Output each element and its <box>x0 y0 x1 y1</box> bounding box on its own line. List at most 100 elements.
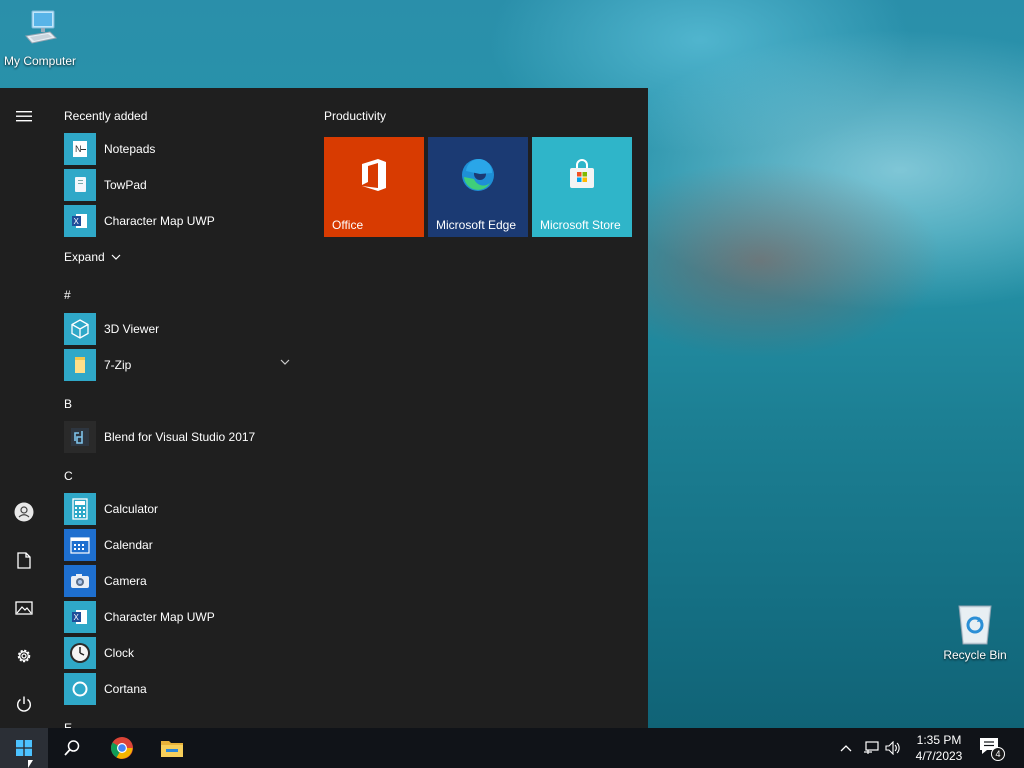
pictures-icon <box>15 601 33 615</box>
camera-icon <box>64 565 96 597</box>
notepads-icon: N <box>64 133 96 165</box>
notification-count-badge: 4 <box>991 747 1005 761</box>
app-name: 3D Viewer <box>104 322 160 336</box>
show-hidden-icons-button[interactable] <box>838 740 854 756</box>
settings-icon <box>17 649 31 663</box>
app-name: Camera <box>104 574 147 588</box>
expand-label: Expand <box>64 250 105 264</box>
hamburger-menu-button[interactable] <box>0 96 48 136</box>
svg-text:X: X <box>74 217 80 226</box>
app-item-3d-viewer[interactable]: 3D Viewer <box>64 311 300 347</box>
settings-button[interactable] <box>0 636 48 676</box>
chevron-down-icon <box>111 254 121 260</box>
search-icon <box>64 740 80 756</box>
group-letter-hash[interactable]: # <box>64 288 71 302</box>
mouse-cursor <box>28 760 33 768</box>
start-menu: Recently added N Notepads TowPad X Chara… <box>0 88 648 728</box>
documents-icon <box>17 551 31 569</box>
power-icon <box>17 696 31 712</box>
app-item-clock[interactable]: Clock <box>64 635 300 671</box>
calculator-icon <box>64 493 96 525</box>
taskbar-file-explorer[interactable] <box>148 728 196 768</box>
power-button[interactable] <box>0 684 48 724</box>
hamburger-menu-icon <box>16 111 32 122</box>
volume-button[interactable] <box>885 740 901 756</box>
tile-microsoft-edge[interactable]: Microsoft Edge <box>428 137 528 237</box>
app-item-blend[interactable]: Blend for Visual Studio 2017 <box>64 419 300 455</box>
clock-time: 1:35 PM <box>916 733 962 747</box>
app-item-calculator[interactable]: Calculator <box>64 491 300 527</box>
app-name: Character Map UWP <box>104 214 215 228</box>
app-list: Recently added N Notepads TowPad X Chara… <box>56 88 308 728</box>
app-item-cortana[interactable]: Cortana <box>64 671 300 707</box>
taskbar-chrome[interactable] <box>98 728 146 768</box>
network-button[interactable] <box>863 740 879 756</box>
tile-label: Office <box>332 218 364 232</box>
taskbar-clock[interactable]: 1:35 PM 4/7/2023 <box>904 732 974 764</box>
start-button[interactable] <box>0 728 48 768</box>
group-letter-b[interactable]: B <box>64 397 72 411</box>
tile-label: Microsoft Edge <box>436 218 517 232</box>
calendar-icon <box>64 529 96 561</box>
taskbar: 1:35 PM 4/7/2023 4 <box>0 728 1024 768</box>
my-computer-label: My Computer <box>3 54 77 68</box>
clock-icon <box>64 637 96 669</box>
user-account-button[interactable] <box>0 492 48 532</box>
tile-office[interactable]: Office <box>324 137 424 237</box>
app-item-notepads[interactable]: N Notepads <box>64 131 300 167</box>
app-item-camera[interactable]: Camera <box>64 563 300 599</box>
app-item-character-map-uwp[interactable]: X Character Map UWP <box>64 203 300 239</box>
tile-microsoft-store[interactable]: Microsoft Store <box>532 137 632 237</box>
clock-date: 4/7/2023 <box>915 749 963 763</box>
user-icon <box>14 502 34 522</box>
app-name: Character Map UWP <box>104 610 215 624</box>
documents-button[interactable] <box>0 540 48 580</box>
app-name: 7-Zip <box>104 358 132 372</box>
chevron-up-icon <box>840 745 852 752</box>
volume-icon <box>885 741 900 755</box>
app-name: Cortana <box>104 682 147 696</box>
tiles-area: Productivity Office Microsoft Edge Micro… <box>316 88 648 728</box>
app-name: Clock <box>104 646 135 660</box>
blend-icon <box>64 421 96 453</box>
windows-logo-icon <box>16 740 32 756</box>
desktop-icon-recycle-bin[interactable]: Recycle Bin <box>935 602 1015 662</box>
recently-added-header: Recently added <box>64 109 148 123</box>
tile-label: Microsoft Store <box>540 218 621 232</box>
store-icon <box>570 159 594 188</box>
app-item-calendar[interactable]: Calendar <box>64 527 300 563</box>
app-name: Calculator <box>104 502 159 516</box>
3d-viewer-icon <box>64 313 96 345</box>
recycle-bin-label: Recycle Bin <box>943 648 1007 662</box>
towpad-icon <box>64 169 96 201</box>
office-icon <box>362 159 386 191</box>
group-letter-c[interactable]: C <box>64 469 73 483</box>
file-explorer-icon <box>161 741 183 757</box>
cortana-icon <box>64 673 96 705</box>
app-item-7-zip[interactable]: 7-Zip <box>64 347 300 383</box>
edge-icon <box>462 158 494 191</box>
action-center-button[interactable]: 4 <box>978 736 1008 762</box>
folder-icon <box>64 349 96 381</box>
search-button[interactable] <box>48 728 96 768</box>
expand-button[interactable]: Expand <box>64 250 121 264</box>
app-name: Blend for Visual Studio 2017 <box>104 430 256 444</box>
app-item-towpad[interactable]: TowPad <box>64 167 300 203</box>
desktop-icon-my-computer[interactable]: My Computer <box>0 8 80 68</box>
svg-text:X: X <box>74 613 80 622</box>
start-rail <box>0 88 48 728</box>
app-name: Notepads <box>104 142 156 156</box>
svg-text:N: N <box>75 144 82 154</box>
chevron-down-icon[interactable] <box>280 359 290 365</box>
pictures-button[interactable] <box>0 588 48 628</box>
character-map-icon: X <box>64 601 96 633</box>
app-name: Calendar <box>104 538 153 552</box>
computer-icon <box>25 10 58 44</box>
character-map-icon: X <box>64 205 96 237</box>
recycle-bin-icon <box>958 605 992 645</box>
group-letter-e[interactable]: E <box>64 721 72 728</box>
app-item-character-map-uwp-2[interactable]: X Character Map UWP <box>64 599 300 635</box>
network-icon <box>864 741 879 754</box>
tiles-group-title[interactable]: Productivity <box>324 109 386 123</box>
app-name: TowPad <box>104 178 147 192</box>
